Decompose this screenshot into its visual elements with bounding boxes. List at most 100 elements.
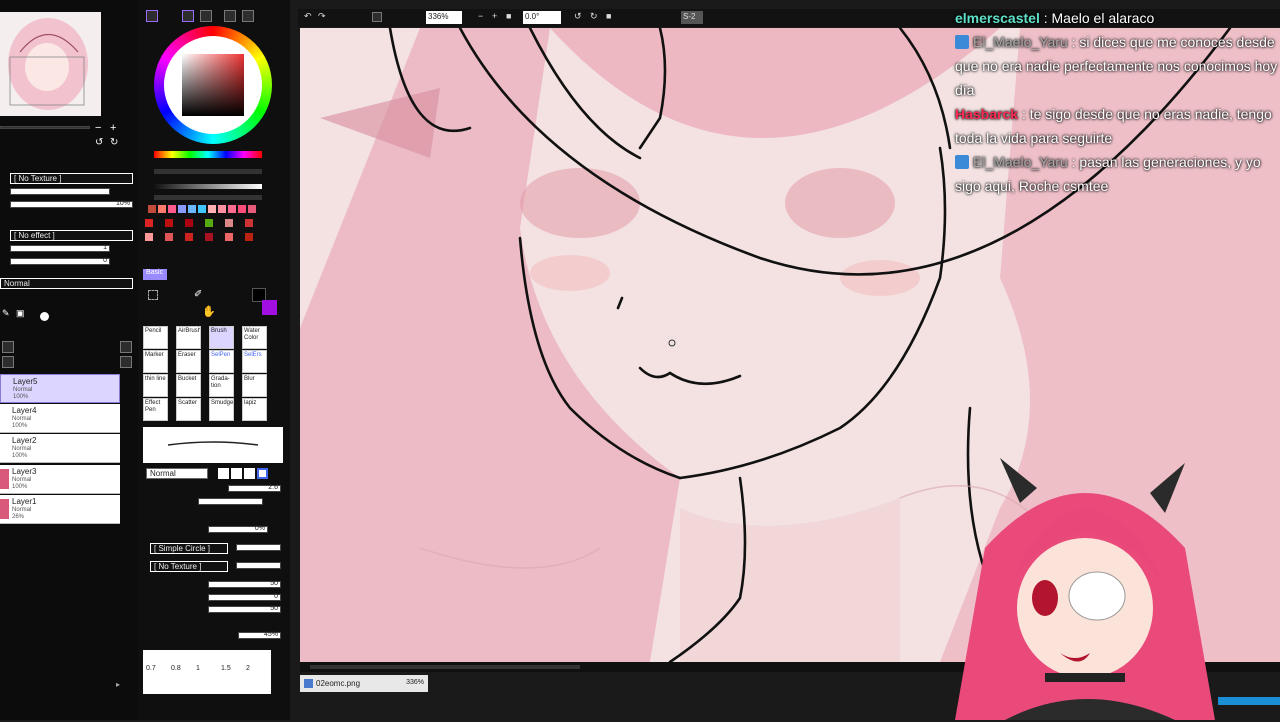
zoom-field[interactable]: 336% [426,11,462,24]
layer-item[interactable]: Layer2 Normal 100% [0,434,120,463]
color-swatch[interactable] [208,205,216,213]
lock-icon[interactable]: ▣ [16,308,25,319]
layer-item[interactable]: Layer3 Normal 100% [0,465,120,494]
brush-shape-dropdown[interactable]: [ Simple Circle ] [150,543,228,554]
slider-track-2[interactable] [154,184,262,189]
effect-slider-2[interactable]: 0 [10,257,110,265]
rotate-ccw-icon[interactable]: ↺ [574,11,582,24]
color-swatch[interactable] [225,233,233,241]
saturation-square[interactable] [182,54,244,116]
clear-icon[interactable] [120,356,132,368]
color-swatch[interactable] [225,219,233,227]
brush-blend-dropdown[interactable]: Normal [146,468,208,479]
size-preset[interactable]: 0.8 [171,665,181,672]
color-swatch[interactable] [238,205,246,213]
color-swatch[interactable] [205,219,213,227]
blend-mode-dropdown[interactable]: Normal [0,278,133,289]
hue-bar[interactable] [154,151,262,158]
file-tab[interactable]: 02eomc.png 336% [300,675,428,692]
merge-icon[interactable] [120,341,132,353]
brush-texture-dropdown[interactable]: [ No Texture ] [150,561,228,572]
size-preset[interactable]: 1 [196,665,200,672]
tool-button[interactable]: Effect Pen [143,398,168,421]
tool-button[interactable]: lapiz [242,398,267,421]
tool-button[interactable]: thin line [143,374,168,397]
plus-icon[interactable]: + [110,122,116,134]
shape-button-4[interactable] [257,468,268,479]
rgb-tab-icon[interactable] [182,10,194,22]
tool-button[interactable]: Scatter [176,398,201,421]
scratchpad-tab-icon[interactable] [242,10,254,22]
color-swatch[interactable] [165,233,173,241]
tool-button[interactable]: Smudge [209,398,234,421]
color-swatch[interactable] [248,205,256,213]
layer-item[interactable]: Layer4 Normal 100% [0,404,120,433]
color-swatch[interactable] [178,205,186,213]
tool-button[interactable]: Marker [143,350,168,373]
rotate-left-icon[interactable]: ↺ [95,137,103,148]
tool-button[interactable]: AirBrush [176,326,201,349]
rotate-right-icon[interactable]: ↻ [110,137,118,148]
tool-button[interactable]: Water Color [242,326,267,349]
color-wheel[interactable] [154,26,272,144]
swatch-tab-icon[interactable] [224,10,236,22]
density-slider[interactable]: 0% [208,525,268,533]
color-swatch[interactable] [218,205,226,213]
shape-button-3[interactable] [244,468,255,479]
scrollbar-thumb[interactable] [310,665,580,669]
color-swatch[interactable] [185,219,193,227]
undo-icon[interactable]: ↶ [304,11,312,24]
color-swatch[interactable] [198,205,206,213]
slider-track-3[interactable] [154,195,262,200]
pressure-slider[interactable]: 45% [238,631,281,639]
secondary-color[interactable] [262,300,277,315]
color-swatch[interactable] [145,233,153,241]
rotate-cw-icon[interactable]: ↻ [590,11,598,24]
tool-button[interactable]: Grada-tion [209,374,234,397]
slider-track-1[interactable] [154,169,262,174]
shape-button-2[interactable] [231,468,242,479]
zoom-out-icon[interactable]: − [478,11,483,24]
hsv-tab-icon[interactable] [200,10,212,22]
redo-icon[interactable]: ↷ [318,11,326,24]
zoom-reset-icon[interactable]: ■ [506,11,511,24]
tool-button[interactable]: SelPen [209,350,234,373]
color-swatch[interactable] [245,219,253,227]
brush-texture-slider[interactable] [236,562,281,569]
texture-slider-2[interactable]: 10% [10,200,133,208]
delete-layer-icon[interactable] [2,356,14,368]
layer-item[interactable]: Layer1 Normal 26% [0,495,120,524]
scroll-arrow-icon[interactable]: ▸ [116,680,120,689]
tool-button[interactable]: SelErs [242,350,267,373]
texture-slider-1[interactable] [10,188,110,195]
color-swatch[interactable] [245,233,253,241]
new-layer-icon[interactable] [2,341,14,353]
pen-icon[interactable]: ✎ [2,308,10,319]
tool-button[interactable]: Eraser [176,350,201,373]
brush-size-slider[interactable]: 2.6 [228,484,281,492]
minus-icon[interactable]: − [95,122,101,134]
persistence-slider[interactable]: 50 [208,605,281,613]
stabilizer-field[interactable]: S-2 [681,11,703,24]
tool-button[interactable]: Blur [242,374,267,397]
color-swatch[interactable] [145,219,153,227]
palette-tab-basic[interactable]: Basic [143,269,167,280]
color-swatch[interactable] [158,205,166,213]
tool-button[interactable]: Pencil [143,326,168,349]
size-preset[interactable]: 1.5 [221,665,231,672]
shape-slider[interactable] [236,544,281,551]
rotate-reset-icon[interactable]: ■ [606,11,611,24]
blending-slider[interactable]: 50 [208,580,281,588]
deselect-icon[interactable] [372,12,382,22]
color-wheel-tab-icon[interactable] [146,10,158,22]
color-swatch[interactable] [205,233,213,241]
hand-icon[interactable]: ✋ [202,305,216,318]
size-preset[interactable]: 0.7 [146,665,156,672]
zoom-slider[interactable] [0,126,90,129]
clip-toggle[interactable] [40,312,49,321]
color-swatch[interactable] [228,205,236,213]
eyedropper-icon[interactable]: ✐ [194,289,202,300]
dilution-slider[interactable]: 0 [208,593,281,601]
effect-dropdown[interactable]: [ No effect ] [10,230,133,241]
color-swatch[interactable] [148,205,156,213]
